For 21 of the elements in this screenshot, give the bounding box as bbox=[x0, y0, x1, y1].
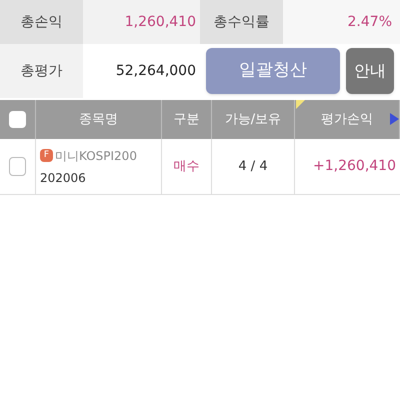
product-code: 202006 bbox=[40, 170, 87, 186]
liquidate-button[interactable]: 일괄청산 bbox=[206, 48, 340, 94]
summary-label: 총평가 bbox=[0, 44, 83, 98]
info-button[interactable]: 안내 bbox=[346, 48, 394, 94]
row-checkbox[interactable] bbox=[9, 157, 26, 176]
select-all-checkbox[interactable] bbox=[9, 111, 26, 128]
column-header: 구분 bbox=[162, 100, 212, 139]
pnl-cell-text: +1,260,410 bbox=[313, 157, 396, 176]
summary-label: 총손익 bbox=[0, 0, 83, 44]
column-header: 가능/보유 bbox=[212, 100, 295, 139]
futures-badge: F bbox=[40, 149, 53, 162]
summary-label: 총수익률 bbox=[200, 0, 283, 44]
corner-flag-icon bbox=[296, 100, 305, 109]
summary-value: 52,264,000 bbox=[114, 62, 197, 80]
scroll-right-icon bbox=[390, 113, 399, 125]
side-cell-text: 매수 bbox=[174, 158, 200, 176]
quantity-cell-text: 4 / 4 bbox=[238, 158, 268, 176]
column-header: 종목명 bbox=[36, 100, 162, 139]
summary-value: 2.47% bbox=[283, 0, 400, 44]
product-name: 미니KOSPI200 bbox=[55, 148, 137, 164]
summary-value: 1,260,410 bbox=[83, 0, 200, 44]
